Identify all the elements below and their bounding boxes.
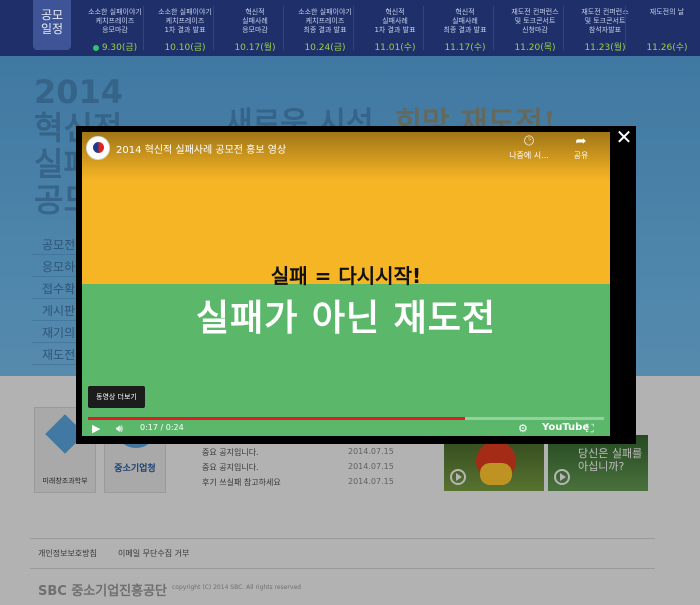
schedule-divider bbox=[353, 6, 354, 50]
close-icon[interactable]: ✕ bbox=[612, 126, 636, 150]
share-icon: ➦ bbox=[575, 134, 587, 149]
schedule-divider bbox=[493, 6, 494, 50]
watch-later-label: 나중에 시... bbox=[509, 151, 549, 160]
fullscreen-icon[interactable]: ⛶ bbox=[586, 422, 594, 436]
share-button[interactable]: ➦ 공유 bbox=[556, 134, 606, 161]
video-modal: 실패 = 다시시작! 실패가 아닌 재도전 2014 혁신적 실패사례 공모전 … bbox=[76, 126, 636, 444]
player-header: 2014 혁신적 실패사례 공모전 홍보 영상 🕑︎ 나중에 시... ➦ 공유 bbox=[82, 132, 610, 180]
schedule-divider bbox=[625, 6, 626, 50]
video-subtitle: 실패 = 다시시작! bbox=[270, 264, 422, 288]
schedule-tag: 공모 일정 bbox=[33, 0, 71, 50]
schedule-divider bbox=[213, 6, 214, 50]
share-label: 공유 bbox=[573, 151, 589, 160]
player-controls: ▶ 🔊︎ 0:17 / 0:24 ⚙ YouTube ⛶ bbox=[82, 422, 610, 436]
channel-avatar-icon[interactable] bbox=[86, 136, 110, 160]
youtube-logo[interactable]: YouTube bbox=[542, 422, 589, 433]
youtube-player[interactable]: 실패 = 다시시작! 실패가 아닌 재도전 2014 혁신적 실패사례 공모전 … bbox=[82, 132, 610, 436]
volume-icon[interactable]: 🔊︎ bbox=[116, 422, 123, 436]
more-videos-button[interactable]: 동영상 더보기 bbox=[88, 386, 145, 408]
settings-gear-icon[interactable]: ⚙ bbox=[518, 422, 528, 436]
schedule-item-label: 재도전의 날 bbox=[649, 8, 685, 16]
schedule-divider bbox=[283, 6, 284, 50]
schedule-bar: 공모 일정 소소한 실패이야기 케치프레이즈 응모마감 9.30(금) 소소한 실패… bbox=[0, 0, 700, 56]
watch-later-button[interactable]: 🕑︎ 나중에 시... bbox=[504, 134, 554, 161]
schedule-divider bbox=[143, 6, 144, 50]
progress-fill bbox=[88, 417, 465, 420]
video-headline: 실패가 아닌 재도전 bbox=[195, 298, 497, 339]
schedule-divider bbox=[563, 6, 564, 50]
play-icon[interactable]: ▶ bbox=[92, 422, 100, 436]
schedule-divider bbox=[423, 6, 424, 50]
time-display: 0:17 / 0:24 bbox=[140, 423, 184, 432]
schedule-item-date: 11.26(수) bbox=[646, 43, 688, 53]
video-title[interactable]: 2014 혁신적 실패사례 공모전 홍보 영상 bbox=[116, 141, 286, 156]
clock-icon: 🕑︎ bbox=[523, 134, 535, 149]
progress-bar[interactable] bbox=[88, 417, 604, 420]
